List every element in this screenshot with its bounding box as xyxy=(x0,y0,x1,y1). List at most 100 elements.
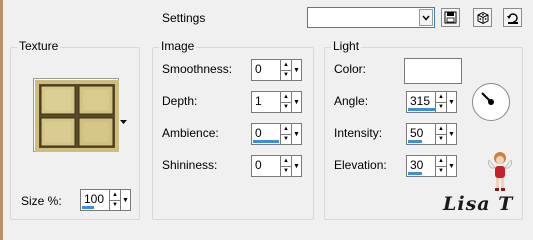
size-spinbox[interactable]: 100 ▲ ▼ ▼ xyxy=(80,189,131,211)
spin-up-icon[interactable]: ▲ xyxy=(436,156,446,166)
shininess-input[interactable]: 0 xyxy=(251,155,281,177)
chevron-down-icon[interactable] xyxy=(419,9,433,26)
smoothness-value: 0 xyxy=(255,62,262,76)
angle-dropdown[interactable]: ▼ xyxy=(447,91,457,113)
spin-down-icon[interactable]: ▼ xyxy=(281,165,291,177)
smoothness-input[interactable]: 0 xyxy=(251,59,281,81)
texture-swatch xyxy=(35,80,119,152)
elevation-spin-arrows[interactable]: ▲ ▼ xyxy=(436,155,447,177)
intensity-dropdown[interactable]: ▼ xyxy=(447,123,457,145)
caret-down-icon: ▼ xyxy=(293,162,300,170)
angle-dial[interactable] xyxy=(472,83,510,121)
save-preset-button[interactable] xyxy=(441,8,460,27)
settings-preset-select[interactable] xyxy=(307,7,435,28)
elevation-spinbox[interactable]: 30 ▲ ▼ ▼ xyxy=(406,155,457,177)
size-dropdown[interactable]: ▼ xyxy=(121,189,131,211)
shininess-label: Shininess: xyxy=(162,158,218,172)
ambience-dropdown[interactable]: ▼ xyxy=(292,123,302,145)
reset-icon xyxy=(506,12,518,24)
ambience-level-bar xyxy=(253,140,279,143)
shininess-dropdown[interactable]: ▼ xyxy=(292,155,302,177)
depth-spin-arrows[interactable]: ▲ ▼ xyxy=(281,91,292,113)
intensity-level-bar xyxy=(408,140,422,143)
spin-up-icon[interactable]: ▲ xyxy=(110,190,120,200)
caret-down-icon: ▼ xyxy=(448,162,455,170)
angle-spinbox[interactable]: 315 ▲ ▼ ▼ xyxy=(406,91,457,113)
shininess-spin-arrows[interactable]: ▲ ▼ xyxy=(281,155,292,177)
elevation-value: 30 xyxy=(410,158,424,172)
light-color-swatch[interactable] xyxy=(404,58,462,84)
color-label: Color: xyxy=(334,62,367,76)
caret-down-icon: ▼ xyxy=(122,196,129,204)
spin-up-icon[interactable]: ▲ xyxy=(281,60,291,70)
ambience-spinbox[interactable]: 0 ▲ ▼ ▼ xyxy=(251,123,302,145)
size-input[interactable]: 100 xyxy=(80,189,110,211)
size-spin-arrows[interactable]: ▲ ▼ xyxy=(110,189,121,211)
size-value: 100 xyxy=(84,192,105,206)
watermark-signature: Lisa T xyxy=(443,193,514,215)
caret-down-icon: ▼ xyxy=(293,130,300,138)
ambience-label: Ambience: xyxy=(162,126,219,140)
depth-dropdown[interactable]: ▼ xyxy=(292,91,302,113)
smoothness-dropdown[interactable]: ▼ xyxy=(292,59,302,81)
intensity-label: Intensity: xyxy=(334,126,383,140)
ambience-input[interactable]: 0 xyxy=(251,123,281,145)
spin-up-icon[interactable]: ▲ xyxy=(436,124,446,134)
texture-dropdown-arrow[interactable] xyxy=(120,114,128,124)
depth-spinbox[interactable]: 1 ▲ ▼ ▼ xyxy=(251,91,302,113)
spin-down-icon[interactable]: ▼ xyxy=(110,199,120,211)
dial-icon xyxy=(481,92,494,105)
depth-value: 1 xyxy=(255,94,262,108)
reset-button[interactable] xyxy=(503,8,522,27)
size-label: Size %: xyxy=(21,194,62,208)
light-group: Light Color: Angle: 315 ▲ ▼ ▼ Intensity: … xyxy=(324,39,523,220)
save-icon xyxy=(444,11,457,24)
smoothness-spin-arrows[interactable]: ▲ ▼ xyxy=(281,59,292,81)
spin-down-icon[interactable]: ▼ xyxy=(281,101,291,113)
depth-label: Depth: xyxy=(162,94,198,108)
depth-input[interactable]: 1 xyxy=(251,91,281,113)
intensity-spin-arrows[interactable]: ▲ ▼ xyxy=(436,123,447,145)
spin-up-icon[interactable]: ▲ xyxy=(281,156,291,166)
caret-down-icon: ▼ xyxy=(448,98,455,106)
spin-up-icon[interactable]: ▲ xyxy=(281,92,291,102)
ambience-value: 0 xyxy=(255,126,262,140)
caret-down-icon: ▼ xyxy=(293,66,300,74)
texture-group-title: Texture xyxy=(17,39,61,53)
spin-down-icon[interactable]: ▼ xyxy=(436,133,446,145)
caret-down-icon: ▼ xyxy=(448,130,455,138)
spin-down-icon[interactable]: ▼ xyxy=(281,69,291,81)
angle-spin-arrows[interactable]: ▲ ▼ xyxy=(436,91,447,113)
image-group: Image Smoothness: 0 ▲ ▼ ▼ Depth: 1 ▲ ▼ ▼ A… xyxy=(152,39,314,220)
watermark-figure xyxy=(485,150,515,194)
angle-label: Angle: xyxy=(334,94,369,108)
elevation-level-bar xyxy=(408,172,422,175)
smoothness-label: Smoothness: xyxy=(162,62,233,76)
angle-input[interactable]: 315 xyxy=(406,91,436,113)
image-group-title: Image xyxy=(159,39,197,53)
texture-preview[interactable] xyxy=(33,78,119,152)
dice-icon xyxy=(477,11,488,24)
spin-up-icon[interactable]: ▲ xyxy=(281,124,291,134)
elevation-input[interactable]: 30 xyxy=(406,155,436,177)
intensity-spinbox[interactable]: 50 ▲ ▼ ▼ xyxy=(406,123,457,145)
shininess-value: 0 xyxy=(255,158,262,172)
spin-up-icon[interactable]: ▲ xyxy=(436,92,446,102)
angle-level-bar xyxy=(408,108,436,111)
elevation-dropdown[interactable]: ▼ xyxy=(447,155,457,177)
caret-down-icon: ▼ xyxy=(293,98,300,106)
elevation-label: Elevation: xyxy=(334,158,387,172)
randomize-button[interactable] xyxy=(473,8,492,27)
intensity-input[interactable]: 50 xyxy=(406,123,436,145)
spin-down-icon[interactable]: ▼ xyxy=(436,165,446,177)
ambience-spin-arrows[interactable]: ▲ ▼ xyxy=(281,123,292,145)
cherub-icon xyxy=(488,152,512,191)
spin-down-icon[interactable]: ▼ xyxy=(281,133,291,145)
angle-value: 315 xyxy=(410,94,431,108)
shininess-spinbox[interactable]: 0 ▲ ▼ ▼ xyxy=(251,155,302,177)
spin-down-icon[interactable]: ▼ xyxy=(436,101,446,113)
texture-group: Texture Size %: 100 ▲ ▼ ▼ xyxy=(10,39,140,220)
light-group-title: Light xyxy=(331,39,362,53)
smoothness-spinbox[interactable]: 0 ▲ ▼ ▼ xyxy=(251,59,302,81)
window-edge xyxy=(0,0,3,240)
